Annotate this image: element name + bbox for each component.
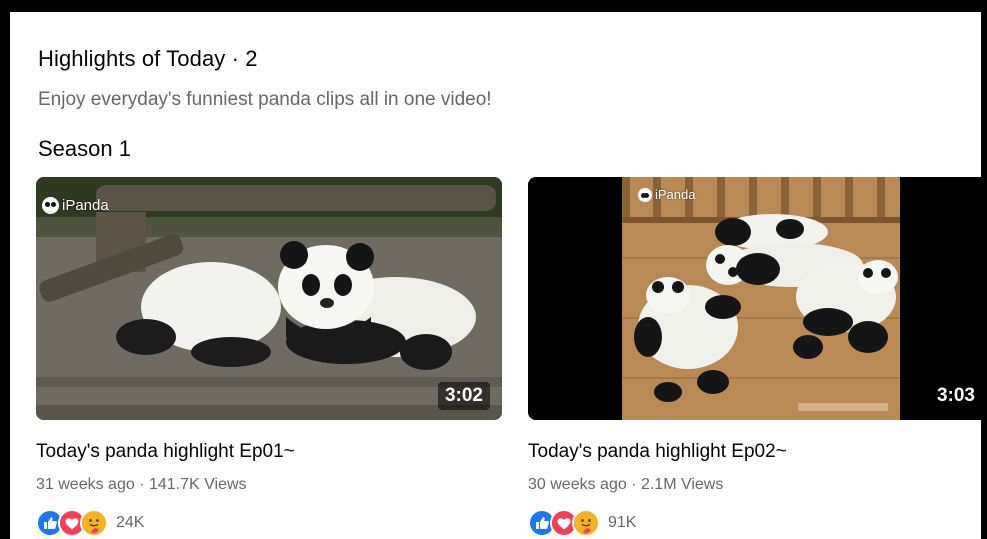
video-title[interactable]: Today's panda highlight Ep02~ [528, 441, 787, 463]
care-icon [80, 509, 108, 537]
section-subtitle: Enjoy everyday's funniest panda clips al… [38, 89, 492, 110]
reactions-summary[interactable]: 24K [36, 509, 144, 537]
reaction-count: 24K [116, 514, 145, 531]
video-thumbnail[interactable]: iPanda 3:03 [528, 177, 987, 420]
ipanda-watermark: iPanda [638, 187, 695, 202]
panda-logo-icon [638, 187, 652, 202]
panda-logo-icon [42, 197, 59, 214]
video-title[interactable]: Today's panda highlight Ep01~ [36, 441, 295, 463]
watermark-label: iPanda [655, 187, 696, 202]
care-icon [572, 509, 600, 537]
reaction-count: 91K [608, 514, 637, 531]
video-card[interactable]: iPanda 3:03 Today's panda highlight Ep02… [528, 177, 987, 537]
reactions-summary[interactable]: 91K [528, 509, 636, 537]
season-heading: Season 1 [38, 136, 131, 161]
video-duration: 3:02 [437, 382, 490, 410]
video-meta: 30 weeks ago · 2.1M Views [528, 476, 724, 493]
video-duration: 3:03 [929, 382, 982, 410]
video-thumbnail[interactable]: iPanda 3:02 [36, 177, 502, 420]
ipanda-watermark: iPanda [42, 197, 109, 214]
panda-thumbnail-image [528, 177, 987, 420]
video-section: Highlights of Today · 2 Enjoy everyday's… [0, 0, 987, 539]
video-meta: 31 weeks ago · 141.7K Views [36, 476, 247, 493]
video-card[interactable]: iPanda 3:02 Today's panda highlight Ep01… [36, 177, 502, 537]
section-title[interactable]: Highlights of Today · 2 [38, 46, 258, 72]
watermark-label: iPanda [62, 197, 109, 214]
